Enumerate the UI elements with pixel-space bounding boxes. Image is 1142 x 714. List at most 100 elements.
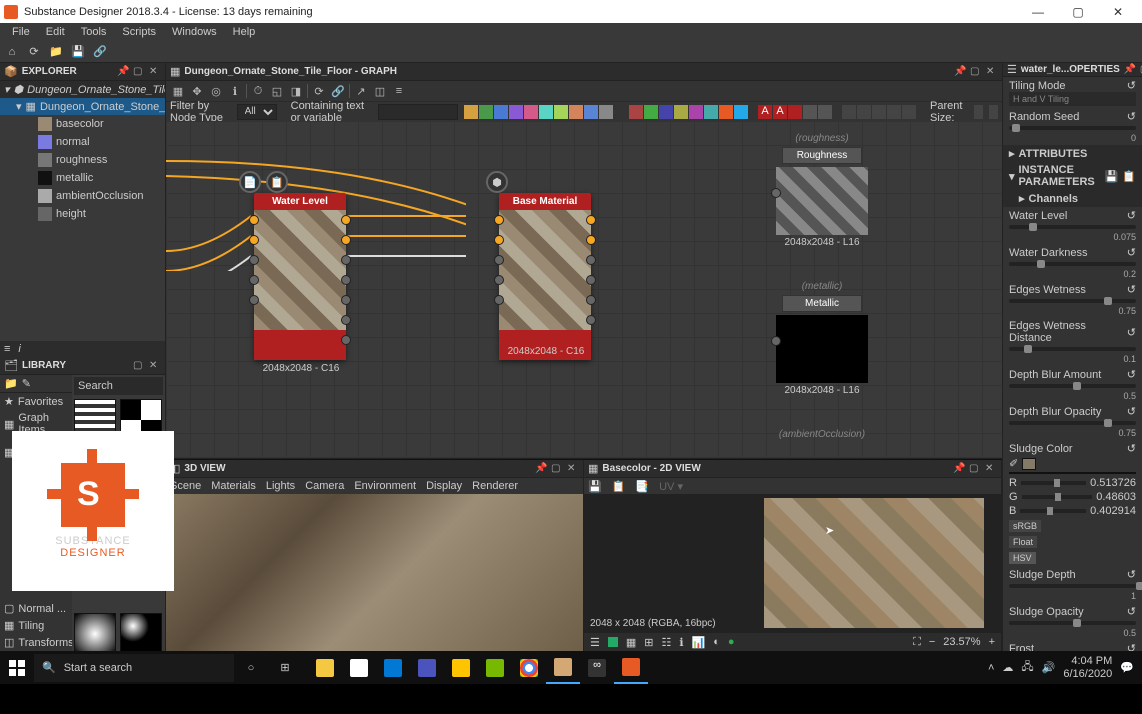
node-badge-icon[interactable]: ⬢	[486, 171, 508, 193]
palette-swatch[interactable]	[734, 105, 748, 119]
menu-materials[interactable]: Materials	[211, 480, 256, 492]
lib-cat[interactable]: ▢Normal ...	[0, 600, 72, 617]
folder-icon[interactable]: 📁	[48, 44, 64, 60]
tree-item[interactable]: normal	[0, 133, 165, 151]
copy-all-icon[interactable]: 📑	[635, 480, 649, 493]
library-search-input[interactable]: Search	[74, 377, 163, 395]
close-panel-icon[interactable]: ✕	[986, 66, 998, 78]
param-slider[interactable]	[1009, 584, 1136, 588]
palette-swatch[interactable]	[554, 105, 568, 119]
histogram-icon[interactable]: 📊	[692, 636, 706, 649]
sphere-icon[interactable]: ●	[728, 636, 735, 648]
ruler-icon[interactable]: ☷	[662, 636, 672, 649]
palette-swatch[interactable]	[524, 105, 538, 119]
library-thumb[interactable]	[120, 613, 162, 655]
palette-swatch[interactable]	[674, 105, 688, 119]
library-thumb[interactable]	[74, 613, 116, 655]
view-btn[interactable]	[857, 105, 871, 119]
pin-icon[interactable]: 📌	[953, 463, 965, 475]
maximize-panel-icon[interactable]: ▢	[551, 463, 563, 475]
menu-edit[interactable]: Edit	[38, 24, 73, 40]
edit-icon[interactable]: ✎	[22, 377, 31, 390]
tray-date[interactable]: 6/16/2020	[1063, 668, 1112, 680]
tree-item[interactable]: basecolor	[0, 115, 165, 133]
channel-icon[interactable]	[608, 637, 618, 647]
palette-swatch[interactable]	[689, 105, 703, 119]
maximize-panel-icon[interactable]: ▢	[969, 463, 981, 475]
outlook-icon[interactable]	[376, 651, 410, 684]
maximize-panel-icon[interactable]: ▢	[133, 360, 145, 372]
palette-swatch[interactable]	[464, 105, 478, 119]
volume-icon[interactable]: 🔊	[1042, 661, 1056, 674]
hsv-toggle[interactable]: HSV	[1009, 552, 1036, 564]
mail-icon[interactable]	[444, 651, 478, 684]
move-icon[interactable]: ✥	[189, 83, 205, 99]
info-icon[interactable]: i	[18, 343, 20, 355]
tree-item[interactable]: metallic	[0, 169, 165, 187]
seed-slider[interactable]	[1009, 126, 1136, 130]
menu-help[interactable]: Help	[225, 24, 264, 40]
maximize-panel-icon[interactable]: ▢	[970, 66, 982, 78]
share-icon[interactable]: ∞	[580, 651, 614, 684]
menu-file[interactable]: File	[4, 24, 38, 40]
menu-environment[interactable]: Environment	[354, 480, 416, 492]
graph-node-water-level[interactable]: Water Level	[254, 193, 346, 360]
tree-item[interactable]: ambientOcclusion	[0, 187, 165, 205]
sublevel-icon[interactable]: ◱	[269, 83, 285, 99]
teams-icon[interactable]	[410, 651, 444, 684]
view-btn[interactable]	[842, 105, 856, 119]
parent-size-btn[interactable]	[989, 105, 998, 119]
menu-windows[interactable]: Windows	[164, 24, 225, 40]
reset-icon[interactable]: ↺	[1127, 442, 1136, 455]
reset-icon[interactable]: ↺	[1127, 368, 1136, 381]
info-icon[interactable]: ℹ	[227, 83, 243, 99]
menu-lights[interactable]: Lights	[266, 480, 295, 492]
reset-icon[interactable]: ↺	[1127, 642, 1136, 651]
designer-icon[interactable]	[614, 651, 648, 684]
output-node-ao[interactable]: (ambientOcclusion)	[772, 429, 872, 440]
reset-icon[interactable]: ↺	[1127, 246, 1136, 259]
attributes-section[interactable]: ▸ATTRIBUTES	[1003, 145, 1142, 162]
save-icon[interactable]: 💾	[588, 480, 602, 493]
onedrive-icon[interactable]: ☁	[1002, 661, 1013, 674]
palette-swatch[interactable]	[509, 105, 523, 119]
copy-icon[interactable]: 📋	[612, 480, 626, 493]
atomic-btn[interactable]	[788, 105, 802, 119]
explorer-icon[interactable]	[308, 651, 342, 684]
rgb-slider[interactable]	[1020, 509, 1086, 513]
param-slider[interactable]	[1009, 621, 1136, 625]
close-panel-icon[interactable]: ✕	[149, 360, 161, 372]
param-slider[interactable]	[1009, 347, 1136, 351]
palette-swatch[interactable]	[704, 105, 718, 119]
reload-icon[interactable]: ⟳	[26, 44, 42, 60]
nvidia-icon[interactable]	[478, 651, 512, 684]
lib-cat-favorites[interactable]: ★Favorites	[0, 393, 72, 410]
menu-display[interactable]: Display	[426, 480, 462, 492]
network-icon[interactable]: 🖧	[1021, 658, 1033, 677]
output-node-roughness[interactable]: (roughness) Roughness 2048x2048 - L16	[772, 133, 872, 248]
highlight-icon[interactable]: ◨	[288, 83, 304, 99]
lib-cat[interactable]: ▦Tiling	[0, 617, 72, 634]
atomic-btn[interactable]	[818, 105, 832, 119]
refresh-icon[interactable]: ⟳	[311, 83, 327, 99]
save-icon[interactable]: 💾	[70, 44, 86, 60]
layers-icon[interactable]: ☰	[590, 636, 600, 649]
reset-icon[interactable]: ↺	[1127, 110, 1136, 123]
node-badge-icon[interactable]: 📋	[266, 171, 288, 193]
view3d-canvas[interactable]	[166, 494, 583, 651]
view2d-canvas[interactable]: 2048 x 2048 (RGBA, 16bpc) ➤	[584, 494, 1001, 633]
menu-tools[interactable]: Tools	[73, 24, 115, 40]
parent-size-btn[interactable]	[974, 105, 983, 119]
zoom-in-icon[interactable]: +	[989, 636, 995, 648]
close-panel-icon[interactable]: ✕	[985, 463, 997, 475]
palette-swatch[interactable]	[539, 105, 553, 119]
picker-icon[interactable]: ◐	[713, 636, 720, 648]
grid-icon[interactable]: ⊞	[644, 636, 653, 649]
param-slider[interactable]	[1009, 384, 1136, 388]
timer-icon[interactable]: ⏱	[250, 83, 266, 99]
tray-time[interactable]: 4:04 PM	[1063, 655, 1112, 667]
reset-icon[interactable]: ↺	[1127, 283, 1136, 296]
taskview-icon[interactable]: ⊞	[268, 651, 302, 684]
srgb-toggle[interactable]: sRGB	[1009, 520, 1041, 532]
pin-icon[interactable]: 📌	[1124, 64, 1136, 76]
